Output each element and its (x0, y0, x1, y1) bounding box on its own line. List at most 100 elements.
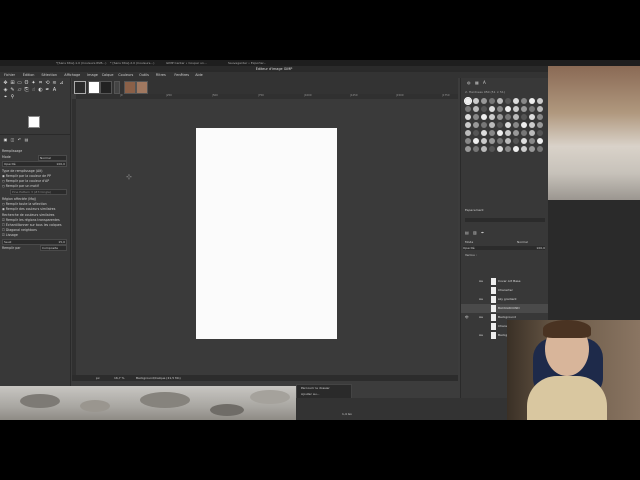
check-transparent[interactable]: ☑ Remplir les régions transparentes (2, 218, 60, 222)
os-tab[interactable]: Sauvegarder • Exporter... (228, 61, 280, 65)
os-tab[interactable]: *[Sans titre]-1.0 (Couleurs RVB...) (56, 61, 108, 65)
layer-name: sky gradient (498, 297, 517, 301)
menu-dition[interactable]: Édition (23, 73, 35, 77)
layer-row[interactable]: Character (461, 286, 549, 295)
layer-thumbnail (491, 278, 496, 285)
popup-item-browse[interactable]: Parcourir le dossier (301, 386, 330, 390)
menu-couleurs[interactable]: Couleurs (118, 73, 133, 77)
layer-row[interactable]: BACKGROUND (461, 304, 549, 313)
crop-icon[interactable]: ⌗ (38, 81, 43, 86)
image-tab-thumb[interactable] (114, 81, 120, 94)
menu-aide[interactable]: Aide (195, 73, 203, 77)
toolbox-panel: ✥ ⊞ ▭ ʘ ✦ ⌗ ⟲ ≋ ⊿ ◈ ✎ ▱ ⎘ ☝ ◐ ✒ A ⌖ ⚲ ▣ … (0, 78, 71, 420)
image-tab-thumb[interactable] (88, 81, 100, 94)
opacity-value: 100,0 (56, 162, 65, 166)
device-status-tab-icon[interactable]: ◫ (10, 137, 15, 142)
path-icon[interactable]: ✒ (45, 88, 50, 93)
fill-by-select[interactable]: Composite (40, 245, 67, 251)
bottom-status-text: 1,4 Go (342, 412, 352, 416)
dodge-icon[interactable]: ◐ (38, 88, 43, 93)
bucket-cursor-icon: ⊹ (126, 173, 132, 181)
desktop-dark-area (548, 200, 640, 320)
fill-type-title: Type de remplissage (Alt) (2, 169, 43, 173)
menu-slection[interactable]: Sélection (41, 73, 57, 77)
image-tab-thumb[interactable] (124, 81, 136, 94)
check-transparent-label: Remplir les régions transparentes (5, 218, 60, 222)
radio-fill-fg-label: Remplir par la couleur de PP (5, 174, 51, 178)
paintbrush-icon[interactable]: ✎ (10, 88, 15, 93)
clone-icon[interactable]: ⎘ (24, 88, 29, 93)
person-shirt (527, 376, 607, 420)
menu-fichier[interactable]: Fichier (4, 73, 15, 77)
opacity-label: Opacité (4, 162, 16, 166)
tool-options-title: Remplissage (2, 149, 23, 153)
tool-options-tab-icon[interactable]: ▣ (3, 137, 8, 142)
popup-item-add[interactable]: Ajouter au... (301, 392, 319, 396)
unit-select[interactable]: px (96, 376, 100, 380)
color-picker-icon[interactable]: ⌖ (3, 95, 8, 100)
move-tool-icon[interactable]: ✥ (3, 81, 8, 86)
os-tab[interactable]: * [Sans titre]-2.0 (Couleurs...) (110, 61, 162, 65)
radio-fill-pattern-label: Remplir par un motif (5, 184, 39, 188)
measure-icon[interactable]: ⊿ (59, 81, 64, 86)
ruler-tick: |1250 (350, 94, 358, 97)
radio-fill-pattern[interactable]: ○ Remplir par un motif (2, 184, 39, 188)
image-tab-thumb[interactable] (100, 81, 112, 94)
zoom-select[interactable]: 16,7 % (114, 376, 124, 380)
rocks-photo (0, 386, 296, 420)
radio-similar-colors-label: Remplir des couleurs similaires (5, 207, 56, 211)
check-sample-merged[interactable]: ☐ Échantillonner sur tous les calques (2, 223, 62, 227)
layer-thumbnail (491, 287, 496, 294)
text-tool-icon[interactable]: A (52, 88, 57, 93)
menu-image[interactable]: Image (87, 73, 98, 77)
warp-icon[interactable]: ≋ (52, 81, 57, 86)
bucket-fill-icon[interactable]: ◈ (3, 88, 8, 93)
divider (0, 134, 70, 135)
foreground-color-swatch[interactable] (28, 116, 40, 128)
gimp-window: Éditeur d'image GIMP Fichier Édition Sélec… (0, 66, 549, 420)
layer-row[interactable]: Aa sky gradient (461, 295, 549, 304)
fuzzy-select-icon[interactable]: ✦ (31, 81, 36, 86)
fill-by-label: Remplir par (2, 246, 21, 250)
zoom-icon[interactable]: ⚲ (10, 95, 15, 100)
ruler-tick: |500 (212, 94, 218, 97)
align-tool-icon[interactable]: ⊞ (10, 81, 15, 86)
layer-thumbnail (491, 314, 496, 321)
pattern-select[interactable]: Pine Pattern 3 (#3 Cingle) (10, 189, 67, 195)
smudge-icon[interactable]: ☝ (31, 88, 36, 93)
undo-history-tab-icon[interactable]: ↶ (17, 137, 22, 142)
check-diagonal[interactable]: ☐ Diagonal neighbors (2, 228, 37, 232)
mode-label: Mode (2, 155, 11, 159)
menu-outils[interactable]: Outils (139, 73, 149, 77)
image-tab-thumb[interactable] (136, 81, 148, 94)
image-tab-thumb[interactable] (74, 81, 86, 94)
image-page[interactable] (196, 128, 337, 339)
ruler-tick: |1750 (442, 94, 450, 97)
ruler-tick: |1500 (396, 94, 404, 97)
check-antialias[interactable]: ☑ Lissage (2, 233, 18, 237)
desktop-photo (548, 66, 640, 200)
radio-fill-bg-label: Remplir par la couleur d'AP (5, 179, 50, 183)
radio-whole-selection[interactable]: ○ Remplir toute la sélection (2, 202, 47, 206)
webcam-overlay (507, 320, 640, 420)
layer-thumbnail (491, 323, 496, 330)
menu-filtres[interactable]: Filtres (156, 73, 166, 77)
eraser-icon[interactable]: ▱ (17, 88, 22, 93)
os-tab[interactable]: GIMP Center • Couper un... (166, 61, 218, 65)
menu-affichage[interactable]: Affichage (64, 73, 80, 77)
layer-visibility-icon[interactable]: 👁 (465, 313, 469, 322)
opacity-slider[interactable]: Opacité 100,0 (2, 161, 67, 167)
radio-fill-fg[interactable]: ◉ Remplir par la couleur de PP (2, 174, 51, 178)
ruler-tick: |1000 (304, 94, 312, 97)
menu-calque[interactable]: Calque (102, 73, 114, 77)
transform-icon[interactable]: ⟲ (45, 81, 50, 86)
canvas-area[interactable]: ⊹ (76, 99, 458, 375)
lasso-icon[interactable]: ʘ (24, 81, 29, 86)
images-tab-icon[interactable]: ▤ (24, 137, 29, 142)
menu-fentres[interactable]: Fenêtres (174, 73, 189, 77)
layer-row[interactable]: Aa Cover Art Base (461, 277, 549, 286)
radio-similar-colors[interactable]: ◉ Remplir des couleurs similaires (2, 207, 55, 211)
radio-fill-bg[interactable]: ○ Remplir par la couleur d'AP (2, 179, 49, 183)
layer-name: Character (498, 288, 513, 292)
rect-select-icon[interactable]: ▭ (17, 81, 22, 86)
